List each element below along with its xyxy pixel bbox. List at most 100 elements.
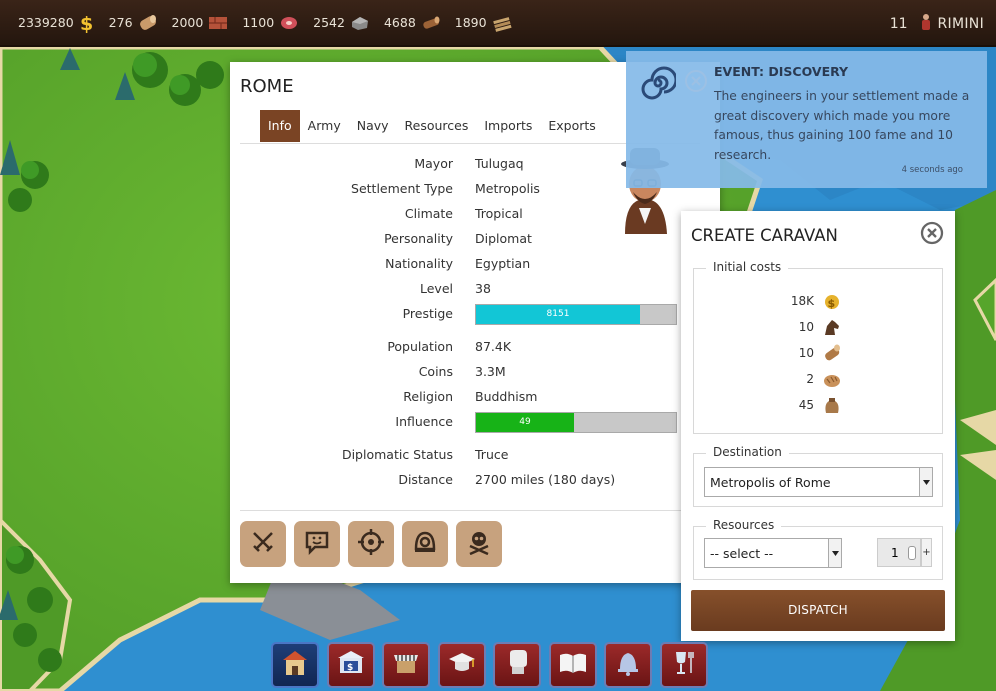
svg-text:$: $ [80, 13, 93, 33]
resource-stone[interactable]: 2542 [313, 14, 370, 32]
building-temple[interactable] [604, 642, 652, 688]
resource-meat[interactable]: 1100 [242, 14, 299, 32]
chat-smiley-icon [303, 529, 331, 559]
horse-icon [822, 317, 842, 340]
building-library[interactable] [548, 642, 597, 688]
population-label: Population [387, 339, 453, 354]
resource-select-value: -- select -- [710, 546, 774, 561]
meat-count: 1100 [242, 15, 275, 30]
quantity-spinner[interactable] [908, 546, 916, 560]
mayor-value: Tulugaq [475, 156, 524, 171]
quantity-input[interactable]: 1 [877, 538, 921, 567]
coins-label: Coins [418, 364, 453, 379]
skull-crossbones-icon [466, 529, 492, 559]
building-academy[interactable] [437, 642, 486, 688]
settlement-tabs: Info Army Navy Resources Imports Exports [260, 110, 604, 142]
tab-army[interactable]: Army [300, 110, 349, 142]
info-row-coins: Coins 3.3M [230, 364, 720, 384]
player-avatar-icon[interactable] [920, 13, 932, 35]
building-city-hall[interactable] [271, 642, 319, 688]
dismiss-event-icon[interactable] [684, 69, 708, 97]
destination-value: Metropolis of Rome [710, 475, 831, 490]
info-row-population: Population 87.4K [230, 339, 720, 359]
tab-imports[interactable]: Imports [476, 110, 540, 142]
crosshair-target-icon [358, 529, 384, 559]
bricks-icon [208, 14, 228, 32]
resource-coins[interactable]: 2339280 $ [18, 13, 95, 33]
swirl-icon [640, 65, 678, 105]
market-icon [390, 647, 422, 683]
event-timestamp: 4 seconds ago [901, 165, 963, 175]
spy-button[interactable] [348, 521, 394, 567]
prestige-value: 8151 [546, 309, 570, 319]
tab-info[interactable]: Info [260, 110, 300, 142]
resource-wood[interactable]: 276 [109, 14, 158, 32]
academy-icon [446, 647, 478, 683]
add-resource-button[interactable]: + [921, 538, 932, 567]
cost-coins-value: 18K [790, 294, 814, 308]
caravan-title: CREATE CARAVAN [691, 226, 838, 245]
city-name[interactable]: RIMINI [938, 16, 984, 32]
info-row-diplomatic-status: Diplomatic Status Truce [230, 447, 720, 467]
resource-planks[interactable]: 1890 [455, 14, 512, 32]
tab-navy[interactable]: Navy [349, 110, 397, 142]
wood-icon [138, 14, 158, 32]
destination-box: Destination Metropolis of Rome [693, 445, 943, 507]
mercenary-button[interactable] [402, 521, 448, 567]
event-notification[interactable]: EVENT: DISCOVERY The engineers in your s… [626, 51, 987, 188]
resource-logs[interactable]: 4688 [384, 14, 441, 32]
cost-row-wood: 10 [694, 343, 942, 365]
resource-bar: 2339280 $ 276 2000 1100 2542 4688 1890 1… [0, 0, 996, 47]
diplomatic-status-value: Truce [475, 447, 509, 462]
wood-count: 276 [108, 15, 133, 30]
bank-icon: $ [335, 647, 367, 683]
cost-row-bread: 2 [694, 369, 942, 391]
tab-exports[interactable]: Exports [540, 110, 603, 142]
resources-box: Resources -- select -- 1 + [693, 518, 943, 580]
building-market[interactable] [382, 642, 430, 688]
resource-select[interactable]: -- select -- [704, 538, 842, 568]
logs-count: 4688 [383, 15, 416, 30]
prestige-label: Prestige [402, 306, 453, 321]
info-row-level: Level 38 [230, 281, 720, 301]
attack-button[interactable] [240, 521, 286, 567]
cost-sack-value: 45 [798, 398, 814, 412]
close-button[interactable] [920, 221, 944, 245]
planks-icon [492, 14, 512, 32]
declare-war-button[interactable] [456, 521, 502, 567]
distance-label: Distance [398, 472, 453, 487]
library-book-icon [557, 647, 589, 683]
building-bar: $ [271, 642, 715, 688]
info-row-distance: Distance 2700 miles (180 days) [230, 472, 720, 492]
building-tavern[interactable] [659, 642, 708, 688]
bread-icon [822, 369, 842, 392]
resource-bricks[interactable]: 2000 [172, 14, 229, 32]
influence-label: Influence [395, 414, 453, 429]
meat-icon [279, 14, 299, 32]
coins-value: 3.3M [475, 364, 506, 379]
settlement-type-label: Settlement Type [351, 181, 453, 196]
settlement-title: ROME [240, 76, 294, 97]
dispatch-button[interactable]: DISPATCH [691, 590, 945, 631]
actions-divider [240, 510, 710, 511]
population-value: 87.4K [475, 339, 512, 354]
cost-wood-value: 10 [798, 346, 814, 360]
cost-bread-value: 2 [806, 372, 814, 386]
create-caravan-panel: CREATE CARAVAN Initial costs 18K $ 10 10… [681, 211, 955, 641]
quantity-value: 1 [891, 546, 899, 560]
building-arena[interactable] [493, 642, 541, 688]
building-bank[interactable]: $ [326, 642, 375, 688]
influence-value: 49 [519, 417, 531, 427]
wood-icon [822, 343, 842, 366]
initial-costs-label: Initial costs [706, 260, 789, 274]
tab-resources[interactable]: Resources [397, 110, 477, 142]
diplomacy-button[interactable] [294, 521, 340, 567]
destination-label: Destination [706, 445, 789, 459]
level-label: Level [420, 281, 453, 296]
nationality-label: Nationality [385, 256, 453, 271]
prestige-bar: 8151 [475, 304, 677, 325]
planks-count: 1890 [454, 15, 487, 30]
settlement-type-value: Metropolis [475, 181, 540, 196]
destination-select[interactable]: Metropolis of Rome [704, 467, 933, 497]
temple-bell-icon [612, 647, 644, 683]
